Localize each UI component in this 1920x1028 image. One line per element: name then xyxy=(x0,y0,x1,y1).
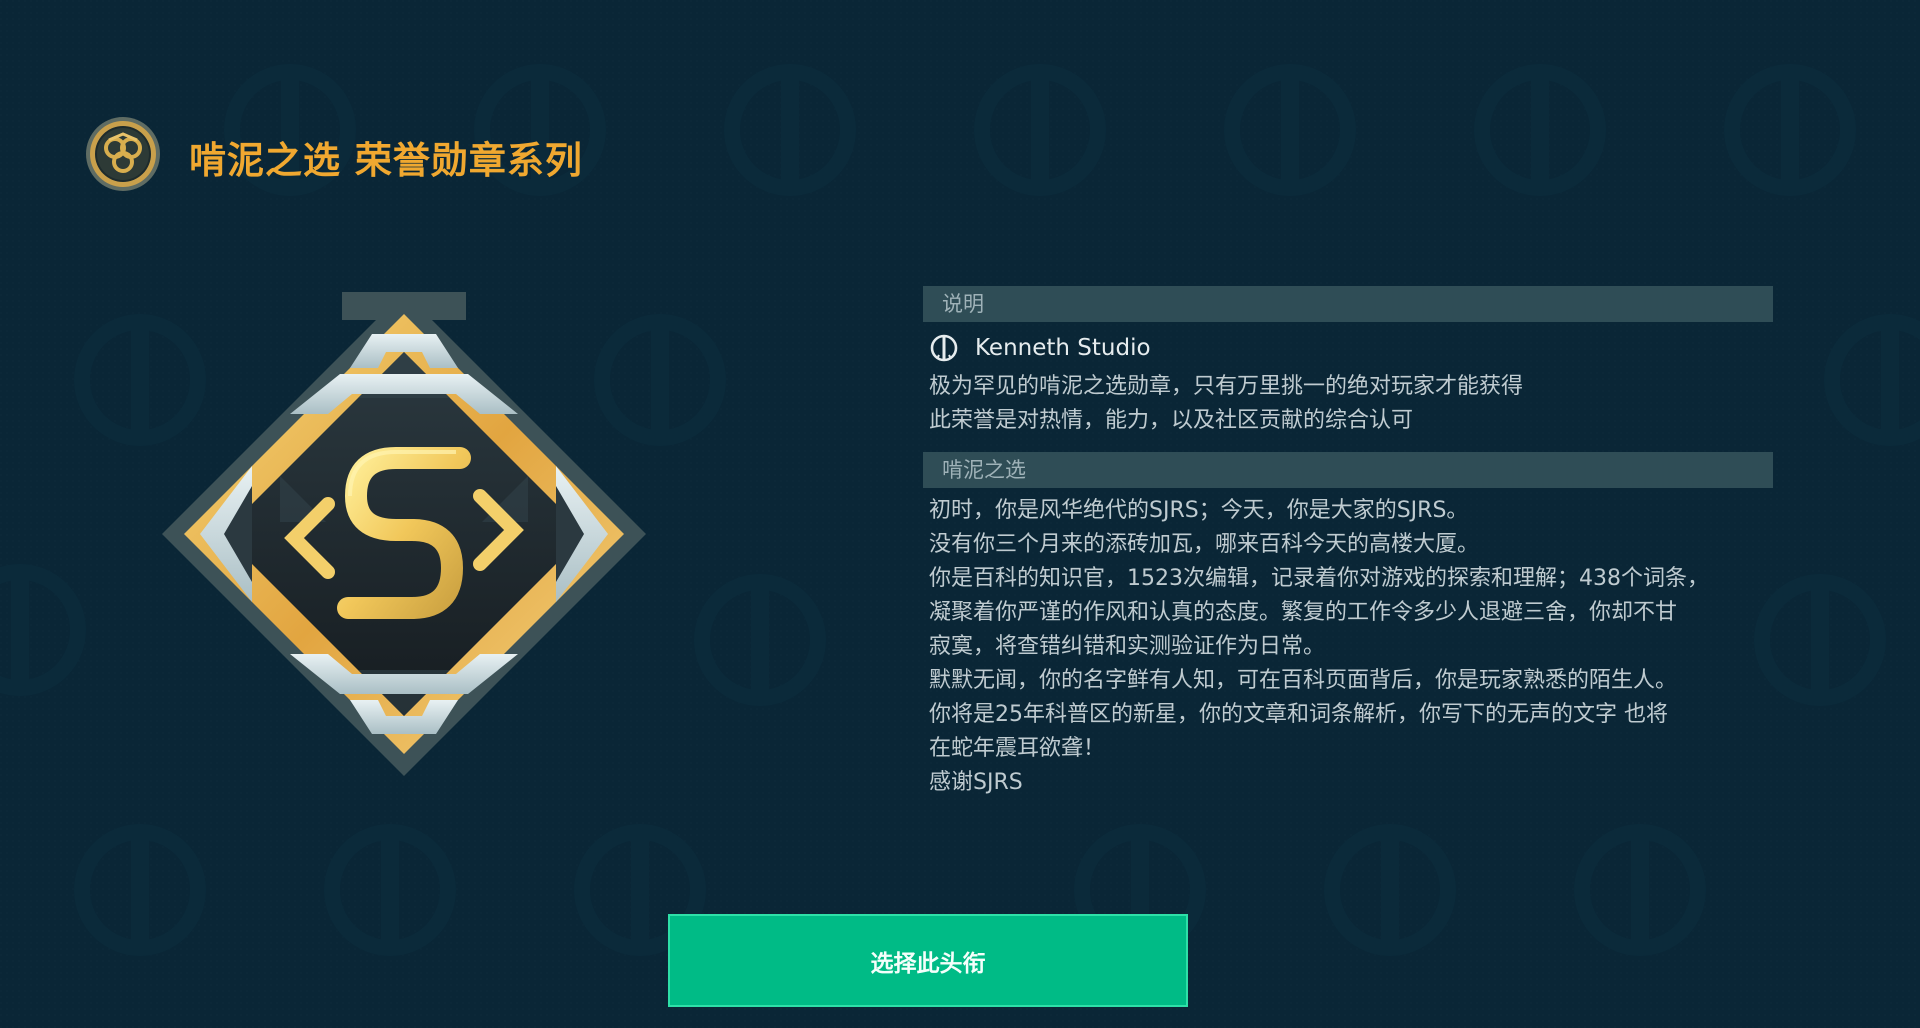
medal-emblem-icon xyxy=(86,117,160,191)
description-line: 此荣誉是对热情，能力，以及社区贡献的综合认可 xyxy=(929,408,1414,433)
story-line: 凝聚着你严谨的作风和认真的态度。繁复的工作令多少人退避三舍，你却不甘 xyxy=(929,600,1678,625)
kenneth-studio-logo-icon xyxy=(930,334,958,362)
description-panel: 说明 Kenneth Studio 极为罕见的啃泥之选勋章，只有万里挑一的绝对玩… xyxy=(923,286,1773,800)
section-header-title-name: 啃泥之选 xyxy=(923,452,1773,488)
story-line: 没有你三个月来的添砖加瓦，哪来百科今天的高楼大厦。 xyxy=(929,532,1480,557)
sjrs-honor-badge-icon xyxy=(162,292,646,776)
story-text: 初时，你是风华绝代的SJRS；今天，你是大家的SJRS。 没有你三个月来的添砖加… xyxy=(923,494,1773,800)
page-title: 啃泥之选 荣誉勋章系列 xyxy=(189,139,583,182)
select-title-button[interactable]: 选择此头衔 xyxy=(668,914,1188,1007)
story-line: 你将是25年科普区的新星，你的文章和词条解析，你写下的无声的文字 也将 xyxy=(929,702,1668,727)
story-line: 初时，你是风华绝代的SJRS；今天，你是大家的SJRS。 xyxy=(929,498,1469,523)
studio-row: Kenneth Studio xyxy=(923,326,1773,370)
story-line: 默默无闻，你的名字鲜有人知，可在百科页面背后，你是玩家熟悉的陌生人。 xyxy=(929,668,1678,693)
story-line: 在蛇年震耳欲聋！ xyxy=(929,736,1106,761)
story-line: 你是百科的知识官，1523次编辑，记录着你对游戏的探索和理解；438个词条， xyxy=(929,566,1709,591)
description-line: 极为罕见的啃泥之选勋章，只有万里挑一的绝对玩家才能获得 xyxy=(929,374,1524,399)
story-line: 寂寞，将查错纠错和实测验证作为日常。 xyxy=(929,634,1326,659)
page-header: 啃泥之选 荣誉勋章系列 xyxy=(85,116,582,192)
section-header-description: 说明 xyxy=(923,286,1773,322)
studio-name: Kenneth Studio xyxy=(975,335,1151,361)
story-line: 感谢SJRS xyxy=(929,770,1023,795)
